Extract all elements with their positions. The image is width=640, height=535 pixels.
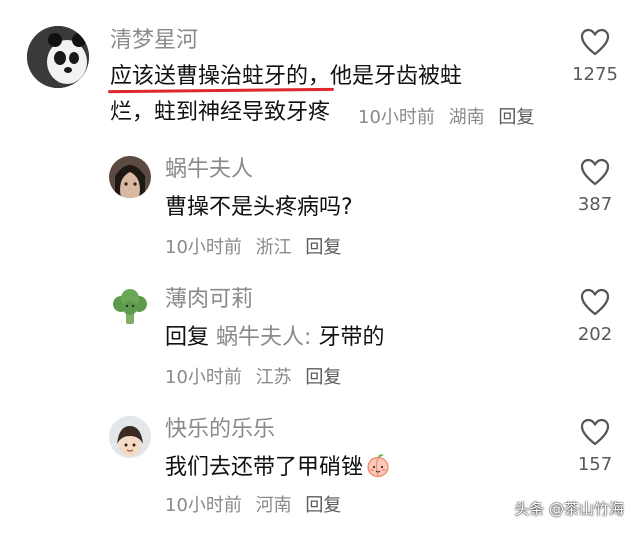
like-button[interactable]: 1275 (560, 28, 630, 86)
like-button[interactable]: 157 (560, 418, 630, 476)
heart-icon (580, 158, 610, 186)
peach-emoji-icon (367, 454, 389, 478)
heart-icon (580, 418, 610, 446)
comment-text: 我们去还带了甲硝锉 (165, 450, 391, 486)
comment-location: 河南 (255, 495, 292, 516)
reply-target-user[interactable]: 蜗牛夫人: (216, 325, 311, 350)
comment-text-line1: 他是牙齿被蛀 (330, 64, 463, 89)
comment-item: 清梦星河 应该送曹操治蛀牙的，他是牙齿被蛀 烂，蛀到神经导致牙疼 10小时前 湖… (0, 0, 640, 140)
comment-time: 10小时前 (165, 237, 242, 258)
comment-body: 我们去还带了甲硝锉 (165, 455, 364, 480)
comment-body: 牙带的 (318, 325, 385, 350)
comment-text: 回复 蜗牛夫人: 牙带的 (165, 320, 384, 356)
like-button[interactable]: 202 (560, 288, 630, 346)
comment-item: 蜗牛夫人 曹操不是头疼病吗? 10小时前 浙江 回复 387 (0, 140, 640, 268)
heart-icon (580, 28, 610, 56)
like-count: 1275 (572, 64, 618, 85)
reply-button[interactable]: 回复 (305, 495, 341, 516)
like-button[interactable]: 387 (560, 158, 630, 216)
comment-location: 浙江 (255, 237, 292, 258)
comment-meta: 10小时前 江苏 回复 (165, 366, 349, 390)
comment-location: 江苏 (255, 367, 292, 388)
heart-icon (580, 288, 610, 316)
broccoli-avatar[interactable] (109, 286, 151, 328)
comment-username[interactable]: 清梦星河 (110, 27, 198, 55)
watermark: 头条 @茶山竹海 (514, 500, 624, 518)
comment-text-line2: 烂，蛀到神经导致牙疼 (110, 100, 331, 125)
like-count: 157 (577, 454, 613, 475)
person-avatar[interactable] (109, 156, 151, 198)
comment-item: 薄肉可莉 回复 蜗牛夫人: 牙带的 10小时前 江苏 回复 202 (0, 268, 640, 398)
comment-username[interactable]: 蜗牛夫人 (165, 156, 253, 184)
comment-meta: 10小时前 浙江 回复 (165, 236, 349, 260)
comment-time: 10小时前 (165, 367, 242, 388)
comment-username[interactable]: 薄肉可莉 (165, 286, 253, 314)
comment-username[interactable]: 快乐的乐乐 (165, 416, 275, 444)
underlined-text: 应该送曹操治蛀牙的， (110, 64, 331, 89)
comment-meta: 10小时前 河南 回复 (165, 494, 349, 518)
cartoon-avatar[interactable] (109, 416, 151, 458)
reply-button[interactable]: 回复 (305, 237, 341, 258)
comment-location: 湖南 (448, 107, 485, 128)
like-count: 387 (577, 194, 613, 215)
reply-prefix: 回复 (165, 325, 210, 350)
comment-meta: 10小时前 湖南 回复 (358, 106, 542, 130)
like-count: 202 (577, 324, 613, 345)
reply-button[interactable]: 回复 (305, 367, 341, 388)
comment-time: 10小时前 (358, 107, 435, 128)
comment-time: 10小时前 (165, 495, 242, 516)
panda-avatar[interactable] (27, 26, 89, 88)
comment-text: 曹操不是头疼病吗? (165, 195, 353, 220)
reply-button[interactable]: 回复 (498, 107, 534, 128)
